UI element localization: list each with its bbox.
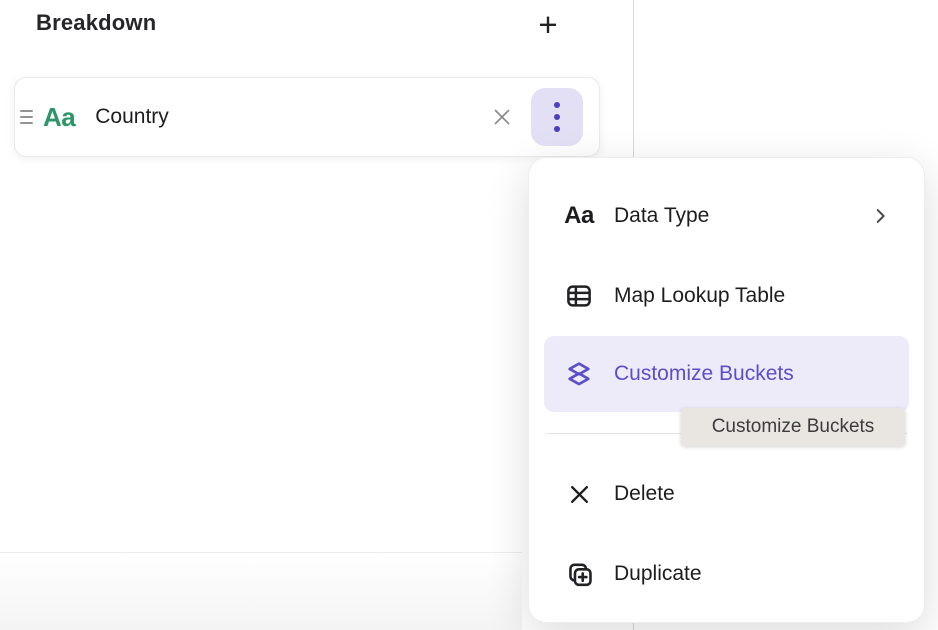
field-label: Country: [95, 105, 169, 129]
field-options-button[interactable]: [531, 88, 583, 146]
menu-item-label: Map Lookup Table: [614, 284, 785, 308]
menu-item-delete[interactable]: Delete: [544, 454, 909, 534]
menu-item-label: Data Type: [614, 204, 709, 228]
menu-item-customize-buckets[interactable]: Customize Buckets: [544, 336, 909, 412]
menu-item-data-type[interactable]: Aa Data Type: [544, 176, 909, 256]
breakdown-screen: Breakdown + Aa Country Aa Data Type: [0, 0, 938, 630]
menu-item-duplicate[interactable]: Duplicate: [544, 534, 909, 614]
kebab-vertical-icon: [554, 102, 560, 108]
remove-field-button[interactable]: [485, 100, 519, 134]
breakdown-field-card: Aa Country: [14, 77, 600, 157]
duplicate-icon: [562, 559, 596, 590]
panel-footer: [0, 552, 522, 630]
text-type-icon: Aa: [43, 102, 75, 133]
close-icon: [489, 104, 515, 130]
tooltip: Customize Buckets: [681, 408, 905, 446]
add-breakdown-button[interactable]: +: [528, 5, 568, 45]
drag-handle-icon[interactable]: [20, 110, 34, 124]
buckets-stack-icon: [562, 358, 596, 390]
chevron-right-icon: [869, 205, 891, 227]
menu-item-map-lookup-table[interactable]: Map Lookup Table: [544, 256, 909, 336]
field-context-menu: Aa Data Type Map Lookup Table: [528, 157, 925, 623]
table-icon: [562, 281, 596, 311]
menu-item-label: Customize Buckets: [614, 362, 794, 386]
text-type-icon: Aa: [564, 202, 594, 230]
menu-item-label: Duplicate: [614, 562, 702, 586]
tooltip-text: Customize Buckets: [712, 416, 875, 438]
page-title: Breakdown: [36, 10, 156, 36]
menu-item-label: Delete: [614, 482, 675, 506]
x-delete-icon: [562, 481, 596, 508]
